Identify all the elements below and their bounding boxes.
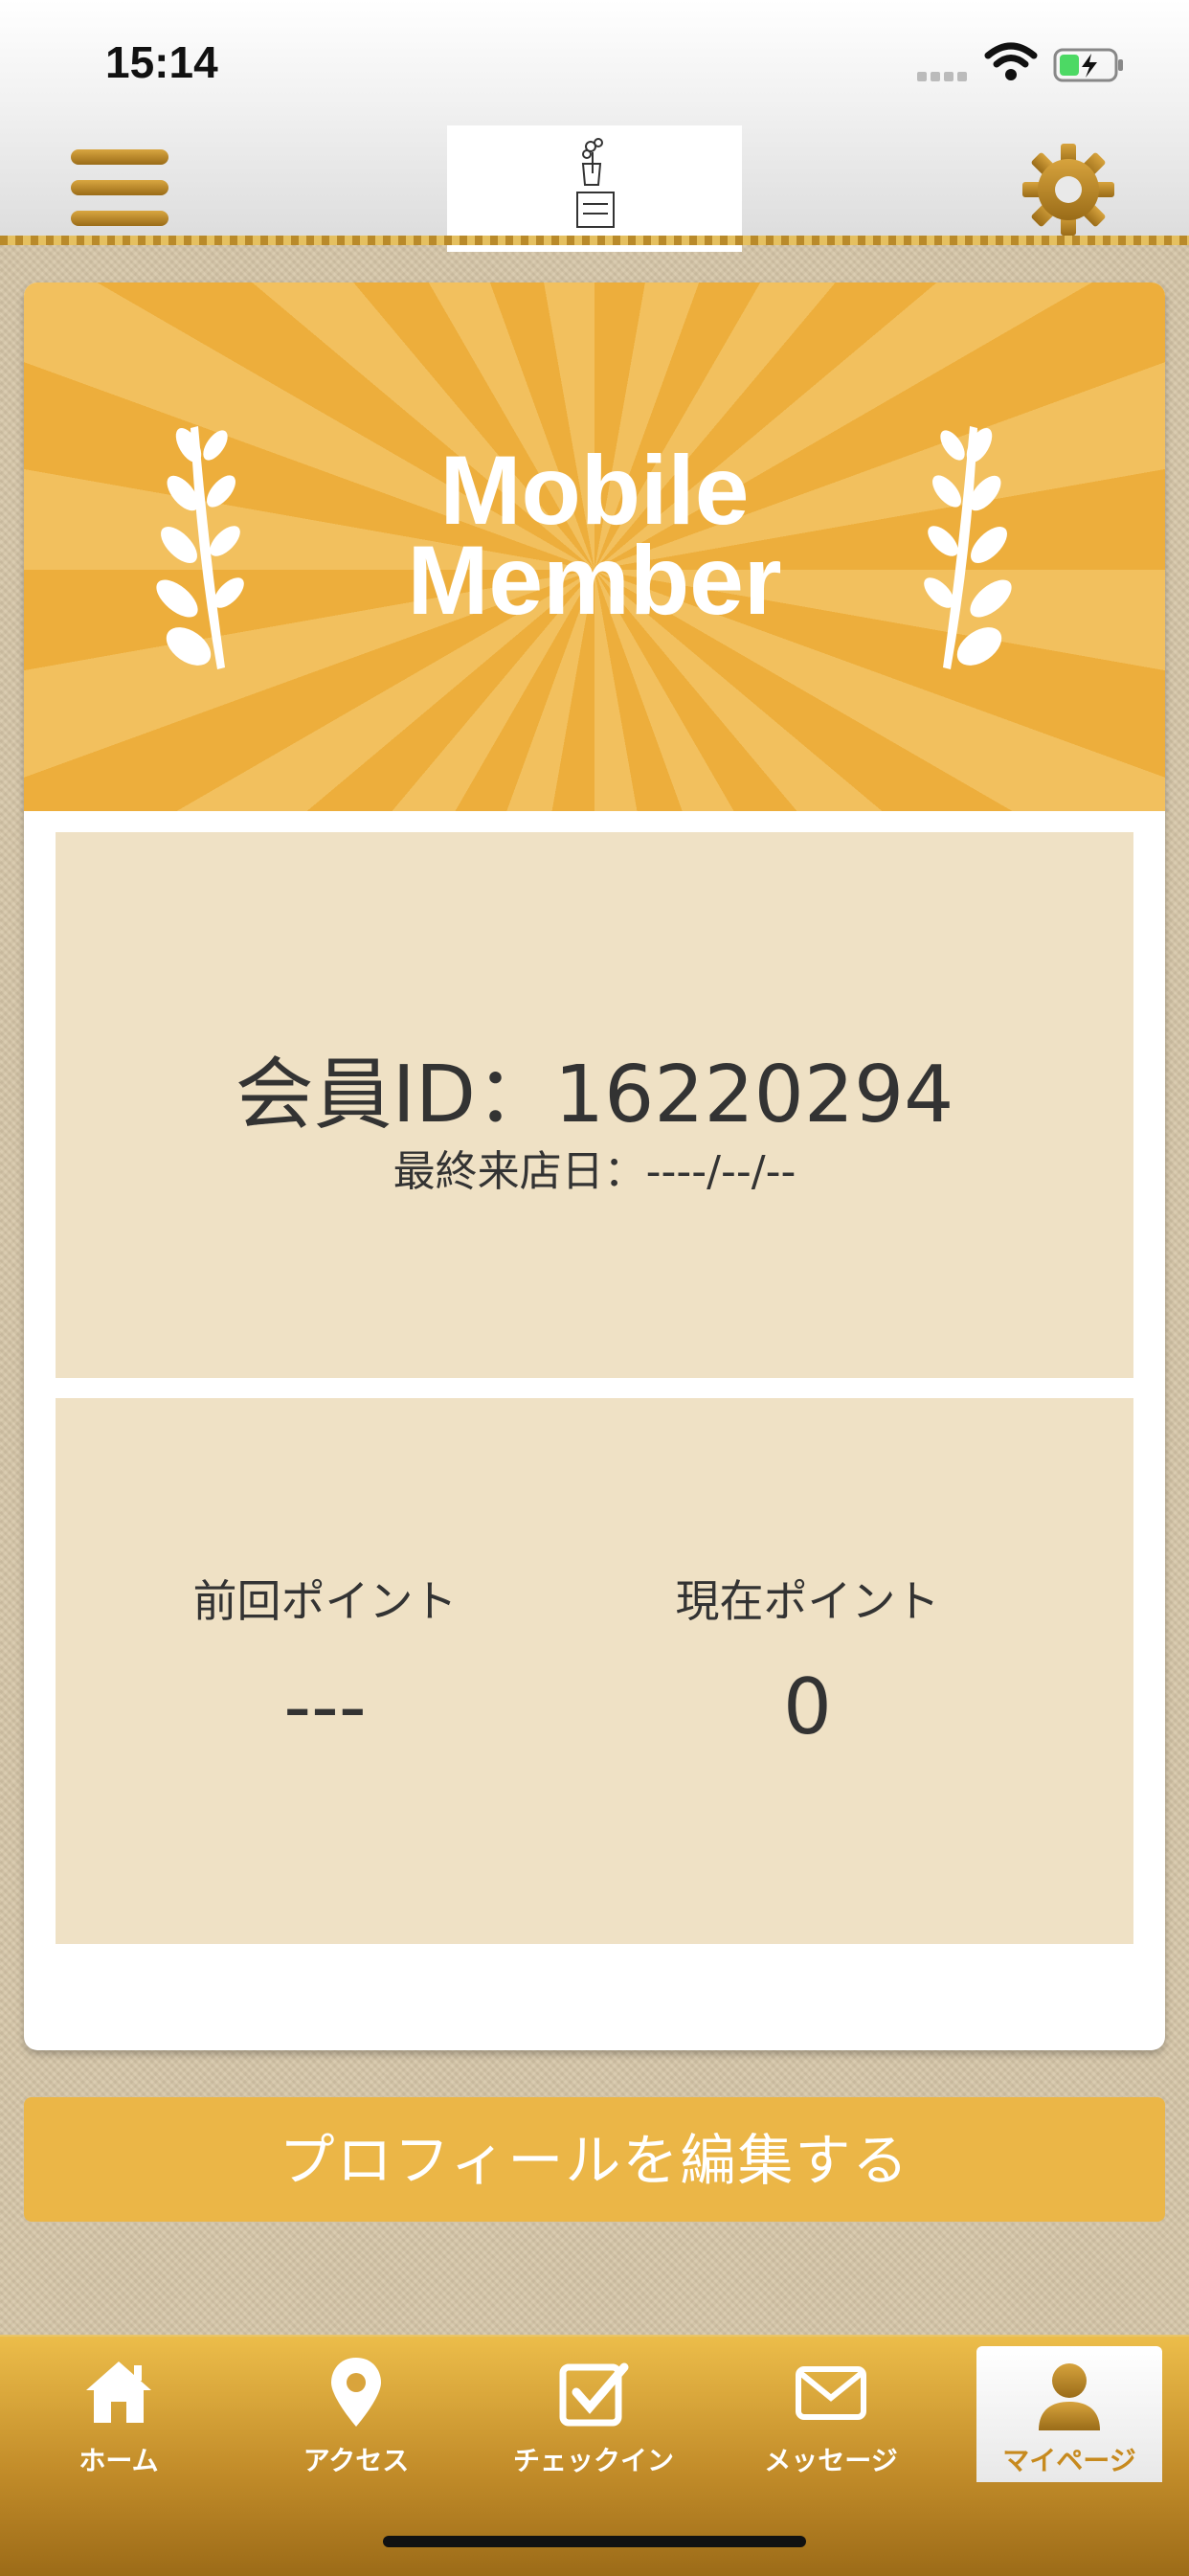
map-pin-icon [331,2358,381,2427]
tab-home-label: ホーム [79,2445,159,2476]
member-card: Mobile Member 会員ID：16220294 最終来店日：----/-… [24,282,1165,2050]
tab-message-label: メッセージ [764,2445,898,2476]
current-points-value: 0 [783,1662,832,1751]
checkbox-icon [559,2362,629,2427]
points-panel: 前回ポイント --- 現在ポイント 0 [56,1398,1133,1944]
previous-points: 前回ポイント --- [56,1567,594,1751]
edit-profile-button[interactable]: プロフィールを編集する [24,2097,1165,2222]
current-points: 現在ポイント 0 [538,1567,1077,1751]
home-indicator [383,2536,806,2547]
previous-points-label: 前回ポイント [192,1575,458,1627]
top-bar: 15:14 Since 1987 [0,0,1189,252]
tab-mypage-label: マイページ [1002,2445,1136,2476]
person-icon [1039,2363,1100,2430]
previous-points-value: --- [283,1662,367,1751]
current-points-label: 現在ポイント [675,1575,940,1627]
tab-access[interactable]: アクセス [237,2337,475,2490]
tab-home[interactable]: ホーム [0,2337,237,2490]
svg-text:Since 1987: Since 1987 [571,237,618,247]
last-visit-date: 最終来店日：----/--/-- [393,1147,796,1196]
tab-message[interactable]: メッセージ [712,2337,950,2490]
wifi-icon [984,42,1038,80]
status-time: 15:14 [105,37,218,87]
member-banner: Mobile Member [24,282,1165,811]
home-icon [86,2361,151,2423]
tab-checkin[interactable]: チェックイン [475,2337,712,2490]
member-id-panel: 会員ID：16220294 最終来店日：----/--/-- [56,832,1133,1378]
battery-icon [1053,48,1123,82]
tab-access-label: アクセス [303,2445,410,2476]
cellular-signal-icon [917,67,971,81]
laurel-icon [924,426,1012,669]
gear-icon[interactable] [1021,142,1116,237]
tab-mypage[interactable]: マイページ [976,2346,1162,2482]
shop-logo: Since 1987 [447,125,742,252]
tab-checkin-label: チェックイン [512,2445,674,2476]
member-id: 会員ID：16220294 [235,1050,954,1141]
mail-icon [796,2366,866,2420]
hamburger-menu-button[interactable] [71,149,168,232]
logo-image: Since 1987 [571,138,618,247]
